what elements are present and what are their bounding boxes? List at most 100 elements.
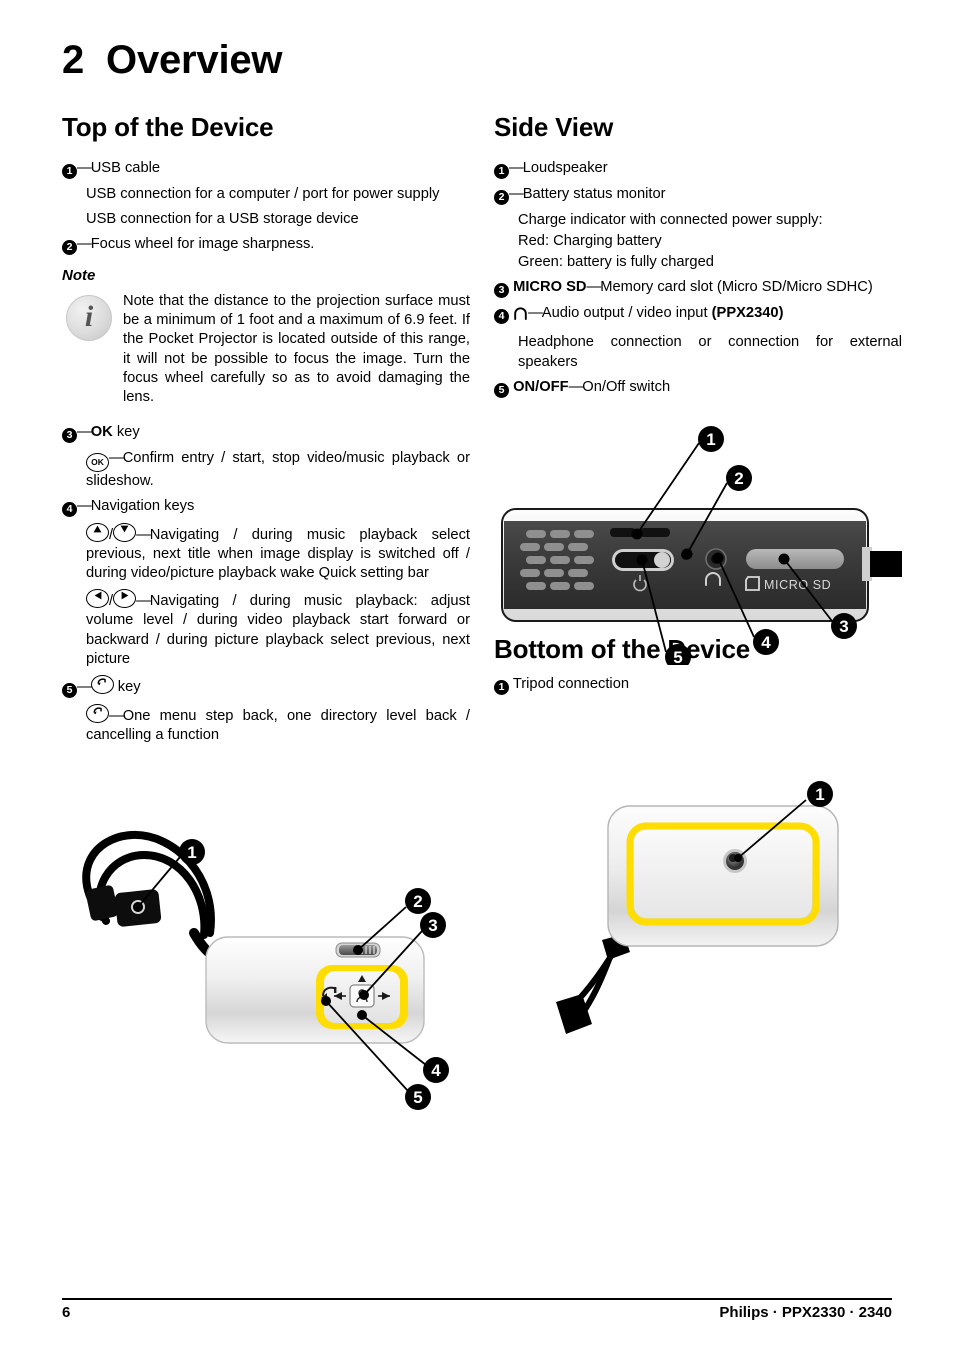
list-item-4: 4 —Navigation keys: [62, 497, 470, 517]
side-item-5-key: ON/OFF: [513, 378, 569, 395]
back-key-icon: [90, 674, 114, 694]
em-dash: —: [77, 678, 92, 695]
leader-dot: [712, 552, 724, 564]
svg-text:1: 1: [815, 785, 824, 804]
side-item-5-desc: On/Off switch: [582, 378, 671, 395]
callout-number-1: 1: [62, 164, 77, 179]
list-item-4-desc-leftright: / —Navigating / during music playback: ad…: [86, 589, 470, 668]
ok-key-icon: OK: [86, 452, 109, 472]
side-item-4: 4 —Audio output / video input (PPX2340): [494, 304, 902, 327]
figure-side-view: MICRO SD 1 2 3 4 5: [494, 425, 906, 665]
svg-text:3: 3: [428, 916, 437, 935]
side-item-2-label: Battery status monitor: [522, 186, 666, 202]
side-item-3-desc: Memory card slot (Micro SD/Micro SDHC): [600, 279, 873, 296]
em-dash: —: [136, 526, 151, 543]
svg-text:5: 5: [413, 1088, 422, 1107]
section-heading-side-view: Side View: [494, 112, 614, 142]
callout-number-3: 3: [494, 283, 509, 299]
em-dash: —: [77, 236, 92, 253]
note-block: i Note that the distance to the projecti…: [62, 292, 470, 407]
leader-dot: [359, 990, 369, 1000]
list-item-3-key: OK: [90, 423, 113, 440]
leader-dot: [353, 945, 363, 955]
leader-dot: [734, 854, 742, 862]
svg-text:1: 1: [706, 430, 715, 449]
callout-number-4: 4: [62, 501, 77, 517]
chapter-title: Overview: [106, 38, 283, 82]
list-item-3: 3 —OK key: [62, 423, 470, 443]
svg-text:2: 2: [413, 892, 422, 911]
em-dash: —: [109, 449, 124, 466]
callout-number-1: 1: [494, 679, 509, 695]
note-text: Note that the distance to the projection…: [123, 293, 470, 405]
em-dash: —: [509, 160, 524, 176]
cable-collar: [85, 885, 162, 927]
list-item-4-desc-updown: / —Navigating / during music playback sel…: [86, 522, 470, 583]
list-item-1-desc-2: USB connection for a USB storage device: [86, 211, 359, 228]
list-item-3-desc-text: Confirm entry / start, stop video/music …: [86, 449, 470, 489]
headphone-icon: [513, 307, 528, 327]
side-item-3-key: MICRO SD: [513, 279, 587, 296]
list-item-5-desc: —One menu step back, one directory level…: [86, 703, 470, 745]
svg-text:1: 1: [187, 843, 196, 862]
info-icon: i: [66, 295, 112, 342]
list-item-1: 1 —USB cable: [62, 159, 470, 179]
callout-number-5: 5: [494, 382, 509, 398]
callout-number-4: 4: [494, 309, 509, 325]
em-dash: —: [77, 497, 92, 514]
list-item-5: 5— key: [62, 674, 470, 698]
document-page: 2 Overview Top of the Device 1 —USB cable …: [0, 0, 954, 1352]
back-key-icon: [86, 703, 109, 723]
section-heading-top-of-device: Top of the Device: [62, 112, 274, 142]
side-item-2-desc-line-2: Red: Charging battery: [518, 233, 662, 250]
callout-number-5: 5: [62, 682, 77, 698]
list-item-1-desc-1: USB connection for a computer / port for…: [86, 186, 440, 202]
side-item-4-model: (PPX2340): [711, 305, 784, 322]
left-column: Top of the Device 1 —USB cable USB connec…: [62, 112, 470, 751]
side-item-2-desc-line-1: Charge indicator with connected power su…: [518, 212, 823, 228]
svg-text:4: 4: [431, 1061, 441, 1080]
arrow-down-key-icon: [113, 522, 137, 542]
list-item-5-suffix: key: [117, 678, 141, 695]
arrow-up-key-icon: [86, 522, 109, 542]
callout-number-1: 1: [494, 164, 509, 179]
callout-number-2: 2: [62, 240, 77, 256]
leader-dot: [681, 548, 693, 560]
leader-dot: [778, 553, 790, 565]
side-item-5: 5 ON/OFF—On/Off switch: [494, 378, 902, 398]
em-dash: —: [136, 593, 151, 610]
em-dash: —: [109, 707, 124, 724]
usb-plug: [556, 994, 592, 1034]
svg-text:2: 2: [734, 469, 743, 488]
list-item-5-desc-text: One menu step back, one directory level …: [86, 707, 470, 743]
info-icon-glyph: i: [84, 300, 94, 334]
side-item-2-desc-line-3: Green: battery is fully charged: [518, 254, 714, 271]
side-item-2: 2 —Battery status monitor: [494, 185, 902, 205]
footer-page-number: 6: [62, 1304, 71, 1321]
em-dash: —: [77, 160, 92, 176]
list-item-2: 2 —Focus wheel for image sharpness.: [62, 235, 470, 256]
side-item-3: 3 MICRO SD—Memory card slot (Micro SD/Mi…: [494, 278, 902, 299]
side-item-1: 1 —Loudspeaker: [494, 159, 902, 179]
leader-dot: [133, 902, 143, 912]
list-item-3-suffix: key: [116, 423, 140, 440]
svg-text:5: 5: [673, 648, 682, 665]
arrow-left-key-icon: [86, 589, 109, 609]
leader-dot: [636, 554, 648, 566]
callout-number-2: 2: [494, 190, 509, 205]
bottom-item-1-label: Tripod connection: [512, 675, 630, 692]
list-item-3-desc: OK —Confirm entry / start, stop video/mus…: [86, 449, 470, 491]
inner-panel: [634, 830, 812, 918]
em-dash: —: [77, 423, 92, 440]
em-dash: —: [509, 186, 524, 202]
leader-dot: [631, 528, 643, 540]
leader-dot: [321, 996, 331, 1006]
footer-rule: [62, 1298, 892, 1301]
note-heading: Note: [62, 267, 96, 285]
figure-top-of-device: 1 2 3 4 5: [58, 825, 468, 1110]
side-item-4-sub: Headphone connection or connection for e…: [518, 334, 902, 370]
leader-dot: [357, 1010, 367, 1020]
side-item-1-label: Loudspeaker: [522, 160, 608, 176]
em-dash: —: [586, 279, 602, 296]
chapter-number: 2: [62, 38, 85, 82]
